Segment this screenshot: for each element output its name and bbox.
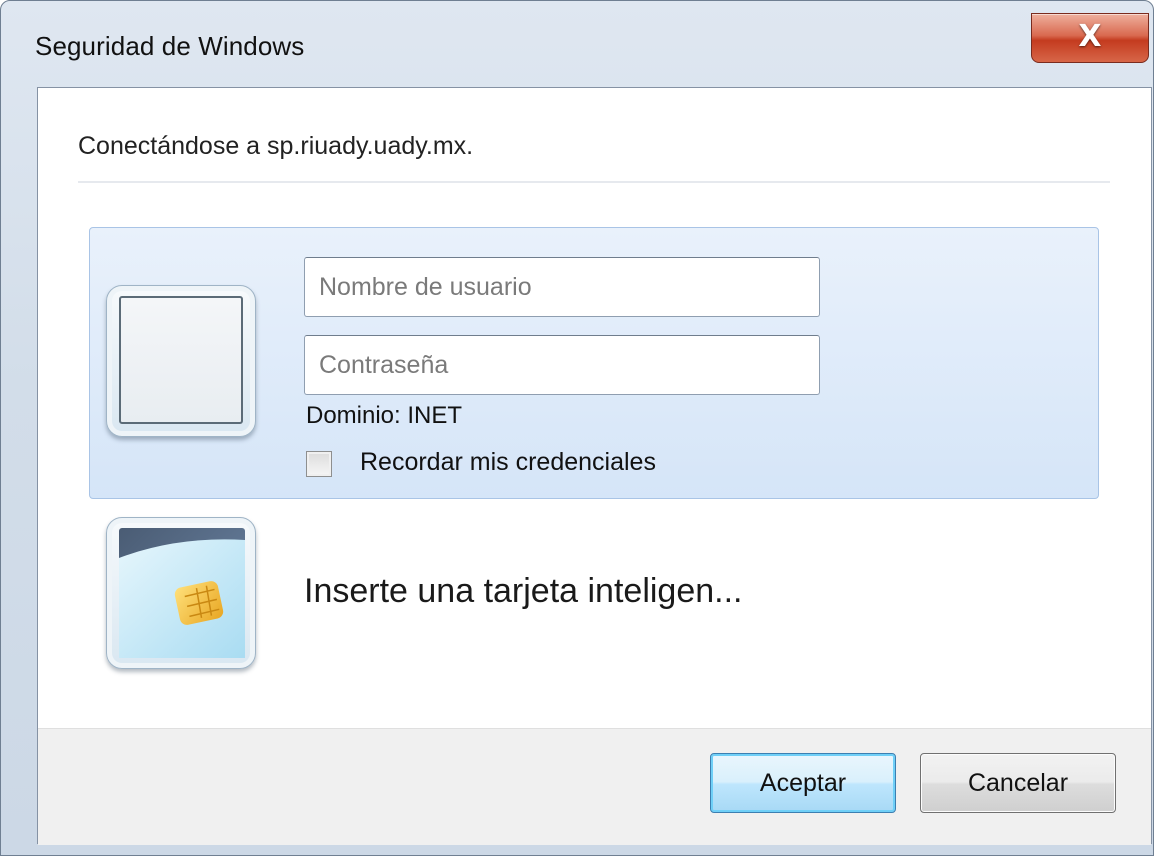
connection-heading: Conectándose a sp.riuady.uady.mx. [78, 132, 474, 160]
smartcard-graphic [119, 528, 245, 658]
window-title: Seguridad de Windows [35, 31, 305, 61]
dialog-content: Conectándose a sp.riuady.uady.mx. Domini… [37, 87, 1152, 845]
smartcard-icon[interactable] [106, 517, 256, 669]
username-input[interactable] [304, 257, 820, 317]
smartcard-label[interactable]: Inserte una tarjeta inteligen... [304, 572, 743, 611]
dialog-window: Seguridad de Windows X Conectándose a sp… [0, 0, 1154, 856]
domain-label: Dominio: INET [306, 402, 463, 429]
remember-credentials-label[interactable]: Recordar mis credenciales [360, 448, 656, 477]
password-input[interactable] [304, 335, 820, 395]
separator [78, 181, 1110, 183]
user-tile-icon [106, 285, 256, 437]
ok-button[interactable]: Aceptar [710, 753, 896, 813]
cancel-button[interactable]: Cancelar [920, 753, 1116, 813]
title-bar[interactable]: Seguridad de Windows X [1, 1, 1153, 87]
user-tile-frame [119, 296, 243, 424]
close-button[interactable]: X [1031, 13, 1149, 63]
remember-credentials-checkbox[interactable] [306, 451, 332, 477]
close-icon: X [1078, 18, 1102, 54]
